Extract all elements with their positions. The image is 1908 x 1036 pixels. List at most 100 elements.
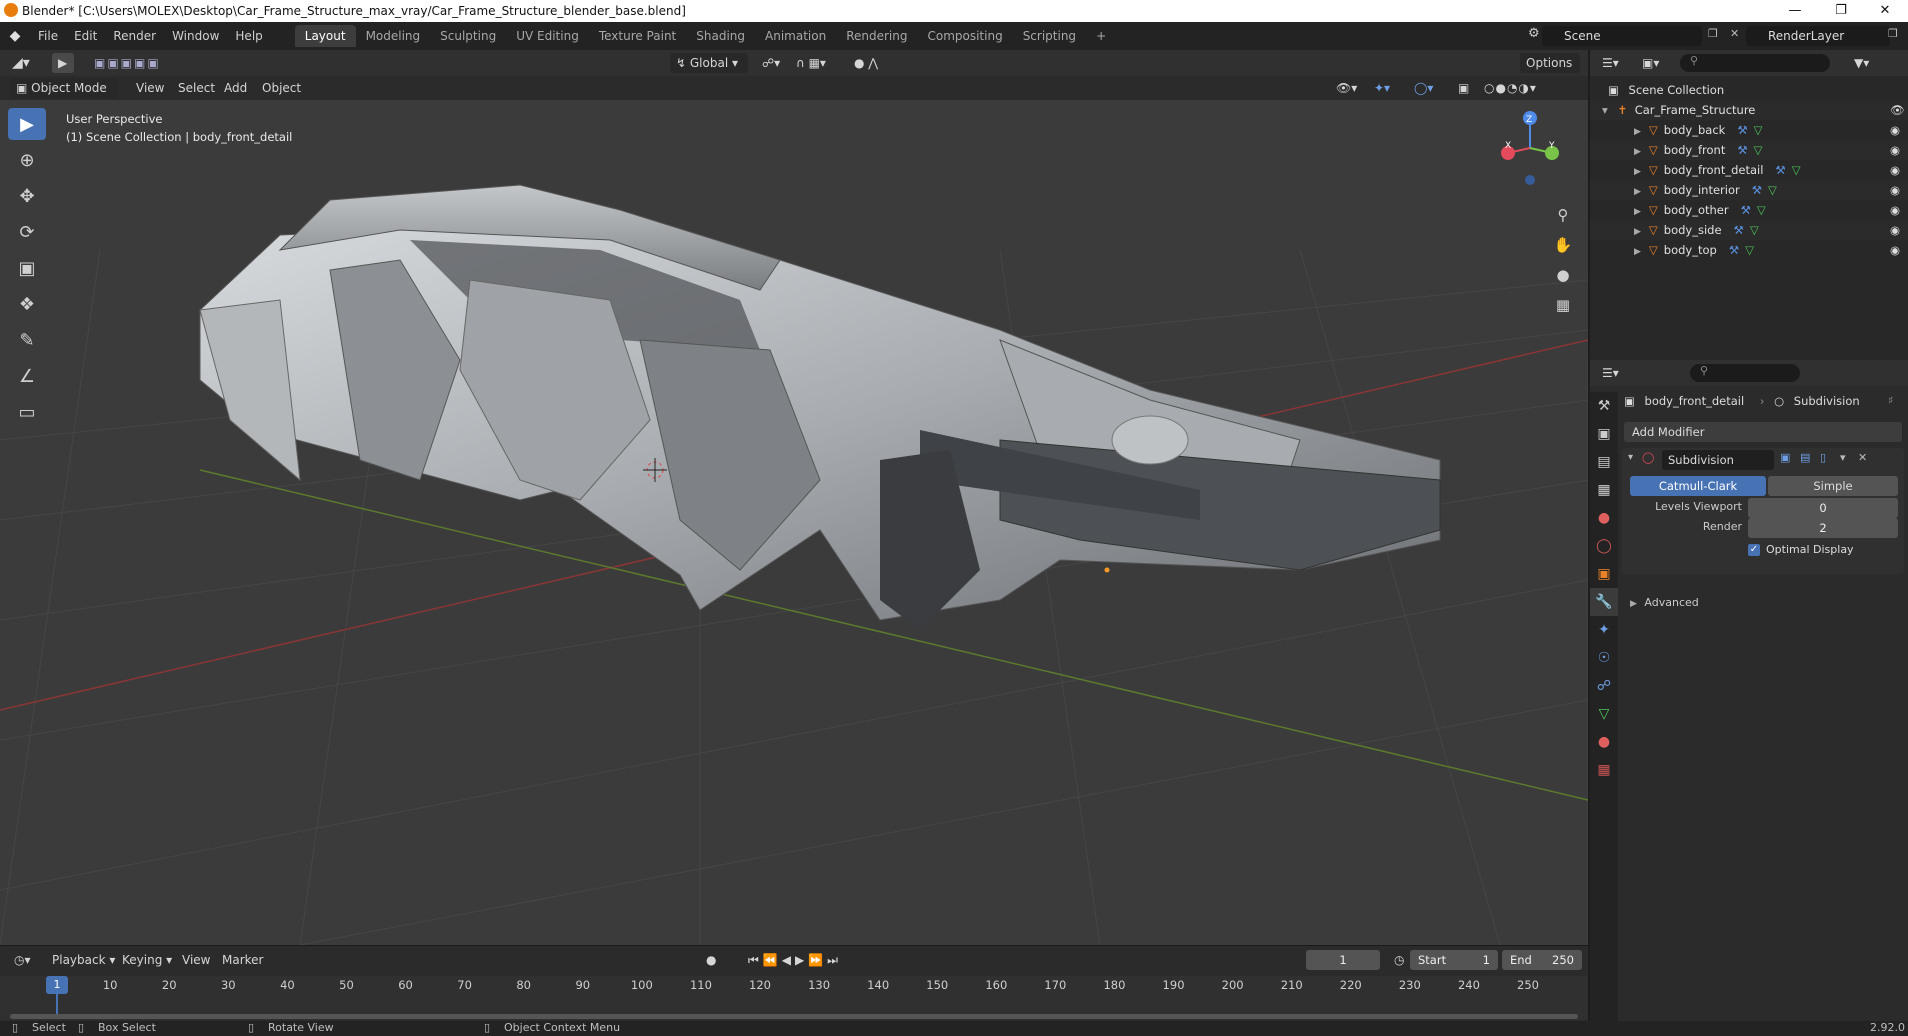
- menu-add[interactable]: Add: [218, 78, 253, 98]
- menu-window[interactable]: Window: [164, 29, 227, 43]
- move-icon[interactable]: ✥: [8, 180, 46, 212]
- tab-sculpting[interactable]: Sculpting: [430, 25, 506, 47]
- editmode-toggle-icon[interactable]: ▣: [1780, 451, 1790, 464]
- snap-icon[interactable]: ∩ ▦▾: [790, 53, 832, 73]
- tab-animation[interactable]: Animation: [755, 25, 836, 47]
- overlays-icon[interactable]: ◯▾: [1408, 78, 1439, 98]
- material-tab-icon[interactable]: ●: [1590, 728, 1618, 756]
- menu-render[interactable]: Render: [105, 29, 164, 43]
- display-mode-icon[interactable]: ▣▾: [1636, 53, 1665, 73]
- shading-mode-icons[interactable]: ○●◔◑▾: [1478, 78, 1543, 98]
- ortho-toggle-icon[interactable]: ▦: [1550, 290, 1576, 320]
- optimal-display-checkbox[interactable]: ✓: [1748, 544, 1760, 556]
- new-layer-icon[interactable]: ❐: [1888, 27, 1898, 40]
- expand-arrow-icon[interactable]: ▾: [1602, 103, 1608, 117]
- mode-dropdown[interactable]: ▣ Object Mode ▾: [10, 78, 118, 115]
- measure-icon[interactable]: ∠: [8, 360, 46, 392]
- visibility-eye-icon[interactable]: ◉: [1890, 220, 1900, 240]
- scene-collection-row[interactable]: ▣ Scene Collection: [1590, 80, 1908, 100]
- add-cube-icon[interactable]: ▭: [8, 396, 46, 428]
- expand-arrow-icon[interactable]: ▶: [1634, 167, 1641, 177]
- expand-arrow-icon[interactable]: ▶: [1634, 247, 1641, 257]
- expand-arrow-icon[interactable]: ▶: [1634, 147, 1641, 157]
- visibility-eye-icon[interactable]: ◉: [1890, 240, 1900, 260]
- physics-tab-icon[interactable]: ☉: [1590, 644, 1618, 672]
- tool-tab-icon[interactable]: ⚒: [1590, 392, 1618, 420]
- timeline-editor-type-icon[interactable]: ◷▾: [8, 950, 37, 970]
- object-tab-icon[interactable]: ▣: [1590, 560, 1618, 588]
- end-frame-field[interactable]: End 250: [1502, 950, 1582, 970]
- modifier-wrench-icon[interactable]: ⚒: [1741, 203, 1751, 217]
- outliner-item-body-interior[interactable]: ▶ ▽ body_interior ⚒ ▽ ◉: [1590, 180, 1908, 200]
- visibility-eye-icon[interactable]: ◉: [1890, 200, 1900, 220]
- levels-viewport-field[interactable]: 0: [1748, 498, 1898, 518]
- outliner-item-body-back[interactable]: ▶ ▽ body_back ⚒ ▽ ◉: [1590, 120, 1908, 140]
- output-tab-icon[interactable]: ▤: [1590, 448, 1618, 476]
- start-frame-field[interactable]: Start 1: [1410, 950, 1498, 970]
- advanced-subpanel[interactable]: ▶ Advanced: [1630, 596, 1699, 609]
- tab-rendering[interactable]: Rendering: [836, 25, 917, 47]
- add-modifier-button[interactable]: Add Modifier: [1624, 422, 1902, 442]
- select-box-icon[interactable]: ▶: [8, 108, 46, 140]
- modifier-menu-icon[interactable]: ▾: [1840, 451, 1846, 464]
- restore-icon[interactable]: ❐: [1818, 0, 1864, 22]
- mesh-data-icon[interactable]: ▽: [1754, 123, 1763, 137]
- properties-search-input[interactable]: ⚲: [1690, 364, 1800, 382]
- render-layer-field[interactable]: RenderLayer: [1746, 26, 1890, 46]
- 3d-viewport[interactable]: User Perspective (1) Scene Collection | …: [0, 100, 1588, 945]
- frame-ruler[interactable]: 1102030405060708090100110120130140150160…: [0, 976, 1588, 1020]
- properties-editor-type-icon[interactable]: ☰▾: [1596, 363, 1625, 383]
- expand-arrow-icon[interactable]: ▶: [1634, 227, 1641, 237]
- outliner-search-input[interactable]: ⚲: [1680, 54, 1830, 72]
- menu-file[interactable]: File: [30, 29, 66, 43]
- scene-field[interactable]: Scene: [1542, 26, 1702, 46]
- remove-modifier-icon[interactable]: ✕: [1858, 451, 1867, 464]
- outliner-item-body-front-detail[interactable]: ▶ ▽ body_front_detail ⚒ ▽ ◉: [1590, 160, 1908, 180]
- modifier-tab-icon[interactable]: 🔧: [1590, 588, 1618, 616]
- modifier-wrench-icon[interactable]: ⚒: [1737, 143, 1747, 157]
- outliner-item-body-front[interactable]: ▶ ▽ body_front ⚒ ▽ ◉: [1590, 140, 1908, 160]
- collapse-arrow-icon[interactable]: ▾: [1628, 452, 1633, 463]
- car-frame-model[interactable]: [199, 184, 1441, 630]
- viewport-canvas[interactable]: [0, 100, 1588, 945]
- rotate-icon[interactable]: ⟳: [8, 216, 46, 248]
- tab-compositing[interactable]: Compositing: [917, 25, 1012, 47]
- outliner-item-body-top[interactable]: ▶ ▽ body_top ⚒ ▽ ◉: [1590, 240, 1908, 260]
- playhead[interactable]: 1: [46, 976, 68, 994]
- menu-keying[interactable]: Keying ▾: [116, 950, 178, 970]
- add-workspace-button[interactable]: +: [1086, 25, 1116, 47]
- tab-modeling[interactable]: Modeling: [356, 25, 431, 47]
- current-frame-field[interactable]: 1: [1306, 950, 1380, 970]
- navigation-gizmo[interactable]: Z X Y: [1490, 108, 1570, 188]
- world-tab-icon[interactable]: ◯: [1590, 532, 1618, 560]
- remove-scene-icon[interactable]: ✕: [1730, 27, 1739, 40]
- options-dropdown[interactable]: Options ▾: [1520, 53, 1580, 90]
- visibility-icon[interactable]: 👁▾: [1330, 78, 1363, 98]
- tab-scripting[interactable]: Scripting: [1013, 25, 1086, 47]
- visibility-eye-icon[interactable]: ◉: [1890, 160, 1900, 180]
- close-icon[interactable]: ✕: [1862, 0, 1908, 22]
- modifier-wrench-icon[interactable]: ⚒: [1729, 243, 1739, 257]
- preview-range-icon[interactable]: ◷: [1388, 950, 1410, 970]
- mesh-data-icon[interactable]: ▽: [1750, 223, 1759, 237]
- menu-help[interactable]: Help: [227, 29, 270, 43]
- expand-arrow-icon[interactable]: ▶: [1634, 127, 1641, 137]
- visibility-eye-icon[interactable]: 👁: [1890, 100, 1905, 120]
- transform-icon[interactable]: ❖: [8, 288, 46, 320]
- modifier-wrench-icon[interactable]: ⚒: [1734, 223, 1744, 237]
- proportional-edit-icon[interactable]: ● ⋀: [848, 53, 884, 73]
- mesh-data-icon[interactable]: ▽: [1768, 183, 1777, 197]
- modifier-wrench-icon[interactable]: ⚒: [1775, 163, 1785, 177]
- outliner-editor-type-icon[interactable]: ☰▾: [1596, 53, 1625, 73]
- expand-arrow-icon[interactable]: ▶: [1634, 187, 1641, 197]
- menu-select[interactable]: Select: [172, 78, 221, 98]
- pin-icon[interactable]: ♯: [1888, 394, 1893, 407]
- timeline-scrollbar[interactable]: [10, 1014, 1578, 1019]
- gizmo-toggle-icon[interactable]: ✦▾: [1368, 78, 1396, 98]
- scene-tab-icon[interactable]: ●: [1590, 504, 1618, 532]
- pan-hand-icon[interactable]: ✋: [1550, 230, 1576, 260]
- outliner-item-body-side[interactable]: ▶ ▽ body_side ⚒ ▽ ◉: [1590, 220, 1908, 240]
- menu-playback[interactable]: Playback ▾: [46, 950, 121, 970]
- menu-edit[interactable]: Edit: [66, 29, 105, 43]
- filter-icon[interactable]: ▼▾: [1848, 53, 1875, 73]
